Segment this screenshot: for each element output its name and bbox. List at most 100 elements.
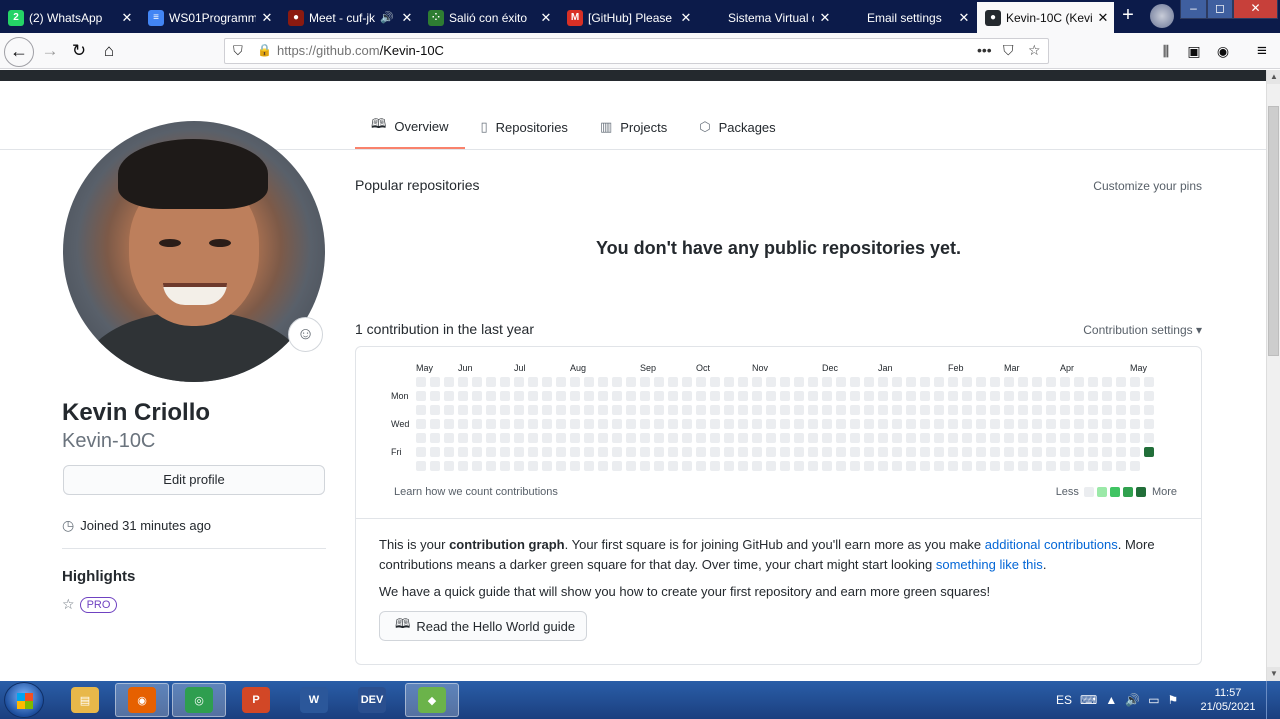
learn-contributions-link[interactable]: Learn how we count contributions (394, 486, 558, 498)
contribution-day[interactable] (556, 447, 566, 457)
contribution-day[interactable] (1018, 461, 1028, 471)
edit-profile-button[interactable]: Edit profile (63, 465, 325, 495)
contribution-day[interactable] (514, 391, 524, 401)
contribution-day[interactable] (738, 433, 748, 443)
contribution-day[interactable] (1074, 419, 1084, 429)
contribution-day[interactable] (528, 391, 538, 401)
contribution-day[interactable] (892, 461, 902, 471)
contribution-day[interactable] (836, 433, 846, 443)
contribution-day[interactable] (850, 419, 860, 429)
contribution-day[interactable] (836, 447, 846, 457)
contribution-day[interactable] (1004, 391, 1014, 401)
contribution-day[interactable] (612, 447, 622, 457)
contribution-day[interactable] (1060, 433, 1070, 443)
contribution-day[interactable] (724, 391, 734, 401)
contribution-day[interactable] (1018, 405, 1028, 415)
set-status-smiley-icon[interactable]: ☺ (288, 317, 323, 352)
contribution-day[interactable] (444, 447, 454, 457)
new-tab-button[interactable]: + (1116, 4, 1140, 28)
contribution-day[interactable] (1130, 433, 1140, 443)
contribution-day[interactable] (514, 461, 524, 471)
browser-tab[interactable]: 2 (2) WhatsApp ✕ (0, 2, 138, 33)
contribution-day[interactable] (948, 405, 958, 415)
contribution-day[interactable] (990, 391, 1000, 401)
contribution-settings-dropdown[interactable]: Contribution settings ▾ (1083, 323, 1202, 337)
contribution-day[interactable] (556, 391, 566, 401)
contribution-day[interactable] (1116, 419, 1126, 429)
contribution-day[interactable] (668, 461, 678, 471)
contribution-day[interactable] (542, 433, 552, 443)
contribution-day[interactable] (948, 447, 958, 457)
contribution-day[interactable] (738, 391, 748, 401)
contribution-day[interactable] (640, 461, 650, 471)
contribution-day[interactable] (570, 377, 580, 387)
contribution-day[interactable] (654, 419, 664, 429)
contribution-day[interactable] (976, 447, 986, 457)
contribution-day[interactable] (500, 433, 510, 443)
account-icon[interactable]: ◉ (1211, 39, 1235, 63)
contribution-day[interactable] (934, 433, 944, 443)
contribution-day[interactable] (500, 391, 510, 401)
show-desktop-button[interactable] (1266, 681, 1280, 719)
contribution-day[interactable] (486, 377, 496, 387)
contribution-day[interactable] (976, 377, 986, 387)
contribution-day[interactable] (836, 419, 846, 429)
contribution-day[interactable] (962, 461, 972, 471)
contribution-day[interactable] (654, 391, 664, 401)
tab-close-icon[interactable]: ✕ (256, 10, 278, 26)
contribution-day[interactable] (864, 391, 874, 401)
contribution-day[interactable] (472, 377, 482, 387)
browser-tab[interactable]: M [GitHub] Please ✕ (559, 2, 697, 33)
url-text[interactable]: https://github.com/Kevin-10C (277, 43, 444, 58)
contribution-day[interactable] (514, 377, 524, 387)
contribution-day[interactable] (920, 377, 930, 387)
contribution-day[interactable] (920, 419, 930, 429)
contribution-day[interactable] (1074, 433, 1084, 443)
contribution-day[interactable] (416, 405, 426, 415)
contribution-day[interactable] (892, 433, 902, 443)
contribution-day[interactable] (1060, 461, 1070, 471)
contribution-day[interactable] (976, 461, 986, 471)
contribution-day[interactable] (528, 419, 538, 429)
contribution-day[interactable] (696, 419, 706, 429)
contribution-day[interactable] (1130, 419, 1140, 429)
contribution-day[interactable] (1004, 419, 1014, 429)
contribution-day[interactable] (640, 447, 650, 457)
contribution-day[interactable] (962, 391, 972, 401)
contribution-day[interactable] (640, 405, 650, 415)
contribution-day[interactable] (710, 419, 720, 429)
contribution-day[interactable] (934, 447, 944, 457)
contribution-day[interactable] (542, 461, 552, 471)
contribution-day[interactable] (416, 419, 426, 429)
browser-tab[interactable]: Sistema Virtual de Tu✕ (699, 2, 836, 33)
contribution-day[interactable] (682, 377, 692, 387)
contribution-day[interactable] (1116, 447, 1126, 457)
contribution-day[interactable] (500, 461, 510, 471)
contribution-day[interactable] (486, 461, 496, 471)
contribution-day[interactable] (822, 419, 832, 429)
contribution-day[interactable] (458, 391, 468, 401)
contribution-day[interactable] (836, 461, 846, 471)
contribution-day[interactable] (612, 433, 622, 443)
contribution-day[interactable] (444, 391, 454, 401)
contribution-day[interactable] (640, 377, 650, 387)
contribution-day[interactable] (598, 405, 608, 415)
contribution-day[interactable] (1088, 405, 1098, 415)
contribution-day[interactable] (934, 419, 944, 429)
contribution-day[interactable] (668, 419, 678, 429)
contribution-day[interactable] (598, 391, 608, 401)
contribution-day[interactable] (500, 419, 510, 429)
taskbar-word-button[interactable]: W (287, 683, 341, 717)
contribution-day[interactable] (696, 433, 706, 443)
contribution-day[interactable] (710, 461, 720, 471)
library-icon[interactable]: ⫼ (1154, 39, 1178, 63)
contribution-day[interactable] (500, 377, 510, 387)
contribution-day[interactable] (976, 405, 986, 415)
contribution-day[interactable] (696, 461, 706, 471)
contribution-day[interactable] (1102, 447, 1112, 457)
contribution-day[interactable] (836, 391, 846, 401)
contribution-day[interactable] (766, 433, 776, 443)
contribution-day[interactable] (1144, 419, 1154, 429)
contribution-day[interactable] (486, 419, 496, 429)
contribution-day[interactable] (710, 447, 720, 457)
